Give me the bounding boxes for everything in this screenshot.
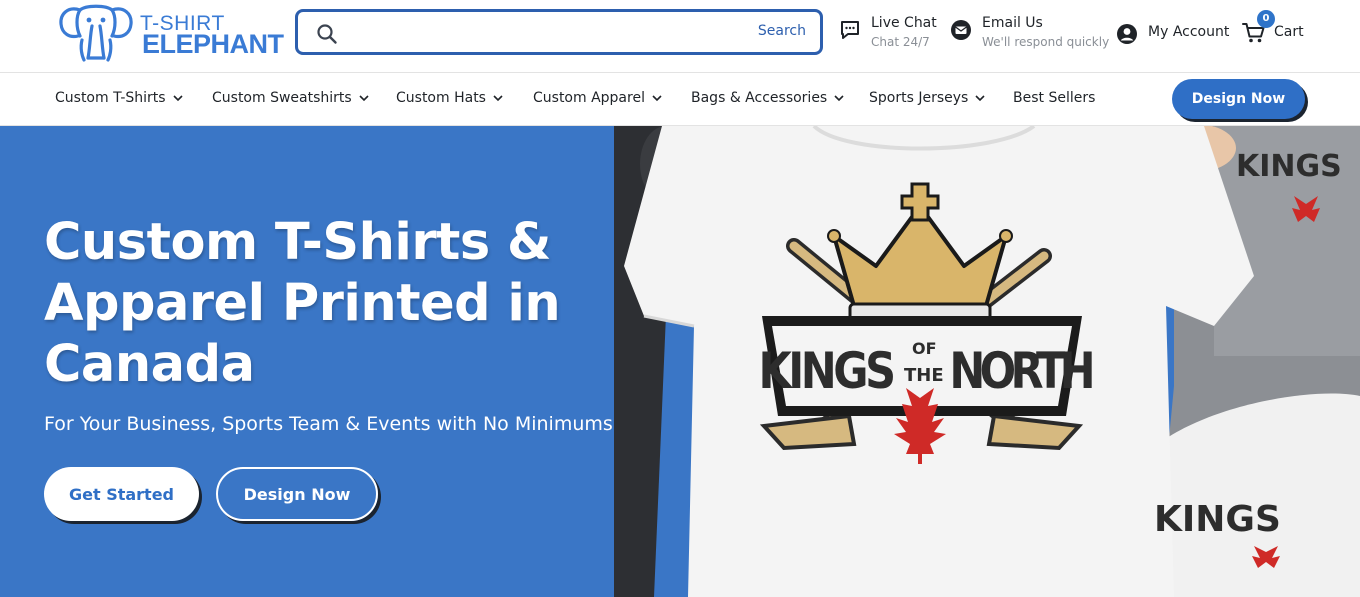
logo-wordmark-bottom: ELEPHANT [142, 29, 284, 59]
nav-item-label: Custom T-Shirts [55, 90, 166, 106]
nav-item-best-sellers[interactable]: Best Sellers [1013, 90, 1095, 106]
my-account-link[interactable]: My Account [1116, 18, 1236, 62]
nav-item-label: Custom Sweatshirts [212, 90, 352, 106]
hero-title: Custom T-Shirts & Apparel Printed in Can… [44, 213, 561, 394]
chevron-down-icon [652, 94, 662, 101]
nav-item-custom-sweatshirts[interactable]: Custom Sweatshirts [212, 90, 369, 106]
shirt-text-the: THE [904, 365, 944, 386]
nav-item-label: Custom Apparel [533, 90, 645, 106]
shirt-text-kings: KINGS [758, 342, 896, 400]
chat-icon [841, 21, 859, 39]
shirt-text-of: OF [912, 339, 937, 358]
nav-item-bags-accessories[interactable]: Bags & Accessories [691, 90, 844, 106]
chevron-down-icon [493, 94, 503, 101]
cart-label: Cart [1274, 24, 1304, 40]
nav-item-label: Bags & Accessories [691, 90, 828, 106]
background-shirt-text: KINGS [1236, 149, 1342, 184]
hero-banner: Custom T-Shirts & Apparel Printed in Can… [0, 126, 1360, 597]
my-account-label: My Account [1148, 24, 1230, 40]
shirt-text-north: NORTH [949, 342, 1095, 400]
chevron-down-icon [173, 94, 183, 101]
cart-link[interactable]: 0 Cart [1242, 10, 1322, 57]
live-chat-title: Live Chat [871, 15, 937, 31]
nav-item-custom-hats[interactable]: Custom Hats [396, 90, 503, 106]
site-header: T-SHIRT ELEPHANT Search Live Chat Chat 2… [0, 0, 1360, 73]
cart-count-badge: 0 [1257, 10, 1275, 28]
hero-product-photo: KINGS OF THE NORTH KINGS KINGS [614, 126, 1360, 597]
get-started-button[interactable]: Get Started [44, 467, 199, 521]
search-icon [317, 24, 337, 44]
hero-subtitle: For Your Business, Sports Team & Events … [44, 413, 613, 435]
chevron-down-icon [975, 94, 985, 101]
nav-item-label: Sports Jerseys [869, 90, 969, 106]
elephant-logo-icon [59, 4, 133, 62]
live-chat-subtitle: Chat 24/7 [871, 35, 930, 49]
chevron-down-icon [834, 94, 844, 101]
user-icon [1117, 24, 1137, 44]
hero-design-now-button[interactable]: Design Now [216, 467, 378, 521]
nav-item-custom-t-shirts[interactable]: Custom T-Shirts [55, 90, 183, 106]
search-button[interactable]: Search [758, 23, 806, 39]
site-logo[interactable]: T-SHIRT ELEPHANT [58, 2, 284, 66]
email-us-title: Email Us [982, 15, 1043, 31]
live-chat-link[interactable]: Live Chat Chat 24/7 [839, 14, 949, 58]
main-navigation: Custom T-Shirts Custom Sweatshirts Custo… [0, 73, 1360, 126]
nav-item-sports-jerseys[interactable]: Sports Jerseys [869, 90, 985, 106]
nav-item-label: Custom Hats [396, 90, 486, 106]
search-bar: Search [295, 9, 823, 55]
design-now-button[interactable]: Design Now [1172, 79, 1305, 119]
nav-item-label: Best Sellers [1013, 90, 1096, 106]
folded-shirt-text: KINGS [1154, 499, 1281, 540]
mail-icon [951, 20, 971, 40]
email-us-link[interactable]: Email Us We'll respond quickly [950, 14, 1110, 58]
nav-item-custom-apparel[interactable]: Custom Apparel [533, 90, 662, 106]
email-us-subtitle: We'll respond quickly [982, 35, 1110, 49]
search-input[interactable] [350, 20, 730, 46]
chevron-down-icon [359, 94, 369, 101]
